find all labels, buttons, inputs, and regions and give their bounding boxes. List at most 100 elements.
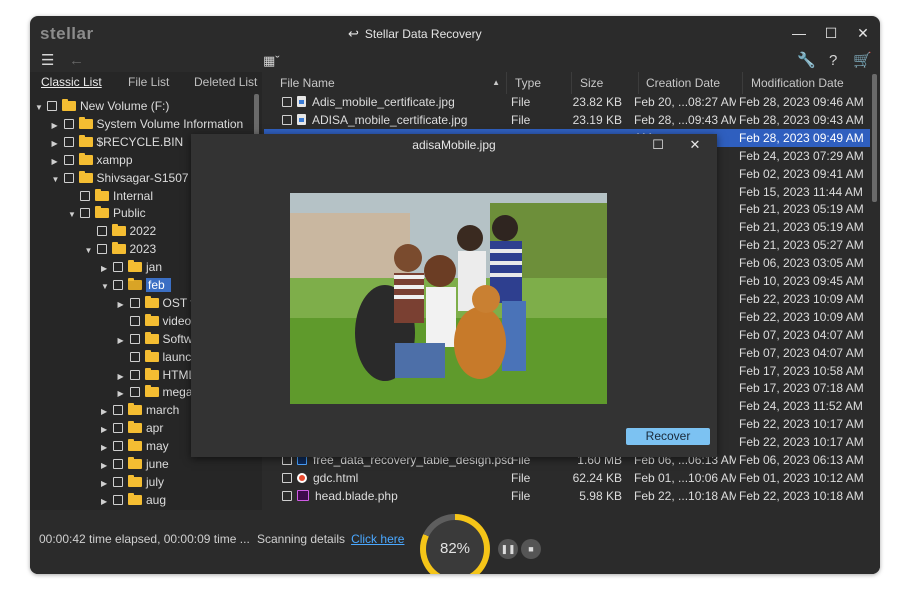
cell-modified: Feb 28, 2023 09:49 AM (739, 130, 864, 145)
tree-checkbox[interactable] (129, 369, 140, 380)
tree-checkbox[interactable] (113, 494, 123, 505)
tree-checkbox[interactable] (129, 333, 140, 344)
help-icon[interactable]: ? (829, 50, 837, 72)
tree-item[interactable]: video (118, 312, 191, 330)
cell-modified: Feb 15, 2023 11:44 AM (739, 184, 863, 199)
tree-checkbox[interactable] (63, 136, 74, 147)
table-row[interactable]: ADISA_mobile_certificate.jpg File 23.19 KB… (264, 111, 870, 129)
expand-down-icon[interactable]: ▼ (85, 242, 95, 260)
tree-item[interactable]: ▶ OST t (118, 294, 194, 312)
tree-checkbox[interactable] (63, 154, 74, 165)
list-scrollbar[interactable] (872, 74, 877, 202)
preview-close-button[interactable]: ✕ (685, 134, 705, 156)
tab-classic-list[interactable]: Classic List (41, 75, 102, 89)
cell-name: Adis_mobile_certificate.jpg (280, 93, 526, 111)
tree-item[interactable]: ▶ july (101, 473, 164, 491)
tree-item[interactable]: ▼ feb (101, 276, 171, 294)
tree-checkbox[interactable] (96, 244, 107, 255)
column-header-creation-date[interactable]: Creation Date (646, 72, 743, 94)
tree-item[interactable]: ▶ march (101, 401, 179, 419)
tree-item[interactable]: ▶ Softw (118, 330, 193, 348)
column-header-type[interactable]: Type (515, 72, 572, 94)
toolbar: ☰ ← ▦ˇ 🔧 ? 🛒 (30, 50, 880, 72)
tree-item[interactable]: ▼ Shivsagar-S1507 (52, 169, 189, 187)
recover-button[interactable]: Recover (626, 428, 710, 445)
column-header-modification-date[interactable]: Modification Date (751, 72, 871, 94)
row-checkbox[interactable] (282, 114, 292, 125)
table-row[interactable]: Adis_mobile_certificate.jpg File 23.82 KB F… (264, 93, 870, 111)
tree-item[interactable]: ▼ 2023 (85, 240, 156, 260)
view-grid-icon[interactable]: ▦ˇ (263, 50, 280, 72)
tree-checkbox[interactable] (129, 351, 140, 362)
cell-type: File (511, 470, 531, 485)
tree-item[interactable]: ▶ apr (101, 419, 163, 437)
tree-checkbox[interactable] (113, 476, 123, 487)
tree-checkbox[interactable] (80, 208, 90, 219)
tree-checkbox[interactable] (47, 101, 57, 111)
tree-checkbox[interactable] (80, 190, 90, 201)
tree-checkbox[interactable] (129, 315, 140, 326)
tree-item[interactable]: ▶ $RECYCLE.BIN (52, 133, 183, 151)
tree-item[interactable]: ▶ System Volume Information (52, 115, 243, 133)
expand-down-icon[interactable]: ▼ (101, 278, 111, 296)
stop-button[interactable]: ■ (521, 539, 541, 559)
column-header-name[interactable]: File Name ▲ (280, 72, 507, 94)
folder-icon (144, 349, 159, 362)
tree-item[interactable]: 2022 (85, 222, 156, 240)
tree-checkbox[interactable] (113, 280, 123, 290)
tree-item[interactable]: ▼ Public (68, 204, 146, 222)
tree-item[interactable]: launc (118, 348, 191, 366)
preview-title: adisaMobile.jpg (412, 138, 496, 152)
tree-item[interactable]: ▶ HTML (118, 366, 195, 384)
row-checkbox[interactable] (282, 472, 292, 483)
click-here-link[interactable]: Click here (351, 532, 404, 546)
tree-checkbox[interactable] (129, 387, 140, 398)
preview-maximize-button[interactable]: ☐ (648, 134, 668, 156)
tab-deleted-list[interactable]: Deleted List (194, 75, 257, 89)
tab-file-list[interactable]: File List (128, 75, 169, 89)
cell-modified: Feb 17, 2023 10:58 AM (739, 363, 864, 378)
tree-item[interactable]: ▶ xampp (52, 151, 133, 169)
tree-checkbox[interactable] (63, 172, 74, 183)
tree-item[interactable]: ▶ may (101, 437, 169, 455)
pause-button[interactable]: ❚❚ (498, 539, 518, 559)
tree-checkbox[interactable] (113, 441, 123, 452)
tree-checkbox[interactable] (113, 405, 123, 416)
tree-item[interactable]: ▶ jan (101, 258, 162, 276)
table-row[interactable]: head.blade.php File 5.98 KB Feb 22, ...10:1… (264, 487, 870, 505)
html-file-icon (297, 472, 307, 483)
maximize-button[interactable]: ☐ (820, 22, 842, 44)
cell-modified: Feb 28, 2023 09:43 AM (739, 112, 864, 127)
tree-checkbox[interactable] (129, 297, 140, 308)
cell-modified: Feb 07, 2023 04:07 AM (739, 327, 864, 342)
tree-checkbox[interactable] (63, 118, 74, 129)
tree-item[interactable]: ▶ aug (101, 491, 166, 509)
tree-checkbox[interactable] (113, 423, 123, 434)
tree-checkbox[interactable] (113, 459, 123, 469)
tree-item-label: xampp (96, 152, 133, 167)
column-header-size[interactable]: Size (580, 72, 639, 94)
jpg-file-icon (297, 113, 306, 125)
expand-down-icon[interactable]: ▼ (35, 99, 45, 117)
tree-checkbox[interactable] (96, 226, 107, 237)
elapsed-time: 00:00:42 time elapsed, 00:00:09 time ... (39, 532, 250, 546)
row-checkbox[interactable] (282, 490, 292, 501)
cart-icon[interactable]: 🛒 (853, 50, 872, 72)
back-arrow-icon[interactable]: ↩ (348, 26, 359, 41)
expand-down-icon[interactable]: ▼ (68, 206, 78, 224)
close-button[interactable]: ✕ (852, 22, 874, 44)
tree-item[interactable]: ▶ june (101, 455, 169, 473)
wrench-icon[interactable]: 🔧 (797, 50, 816, 72)
expand-down-icon[interactable]: ▼ (52, 171, 62, 189)
expand-right-icon[interactable]: ▶ (101, 493, 111, 511)
minimize-button[interactable]: — (788, 22, 810, 44)
tree-item[interactable]: ▶ mega (118, 383, 193, 401)
cell-modified: Feb 28, 2023 09:46 AM (739, 95, 864, 109)
tree-checkbox[interactable] (113, 262, 123, 273)
back-icon[interactable]: ← (69, 50, 84, 72)
row-checkbox[interactable] (282, 97, 292, 107)
menu-icon[interactable]: ☰ (41, 50, 54, 72)
tree-item[interactable]: ▼ New Volume (F:) (35, 97, 169, 115)
tree-item[interactable]: Internal (68, 187, 153, 205)
table-row[interactable]: gdc.html File 62.24 KB Feb 01, ...10:06 AM F… (264, 469, 870, 487)
